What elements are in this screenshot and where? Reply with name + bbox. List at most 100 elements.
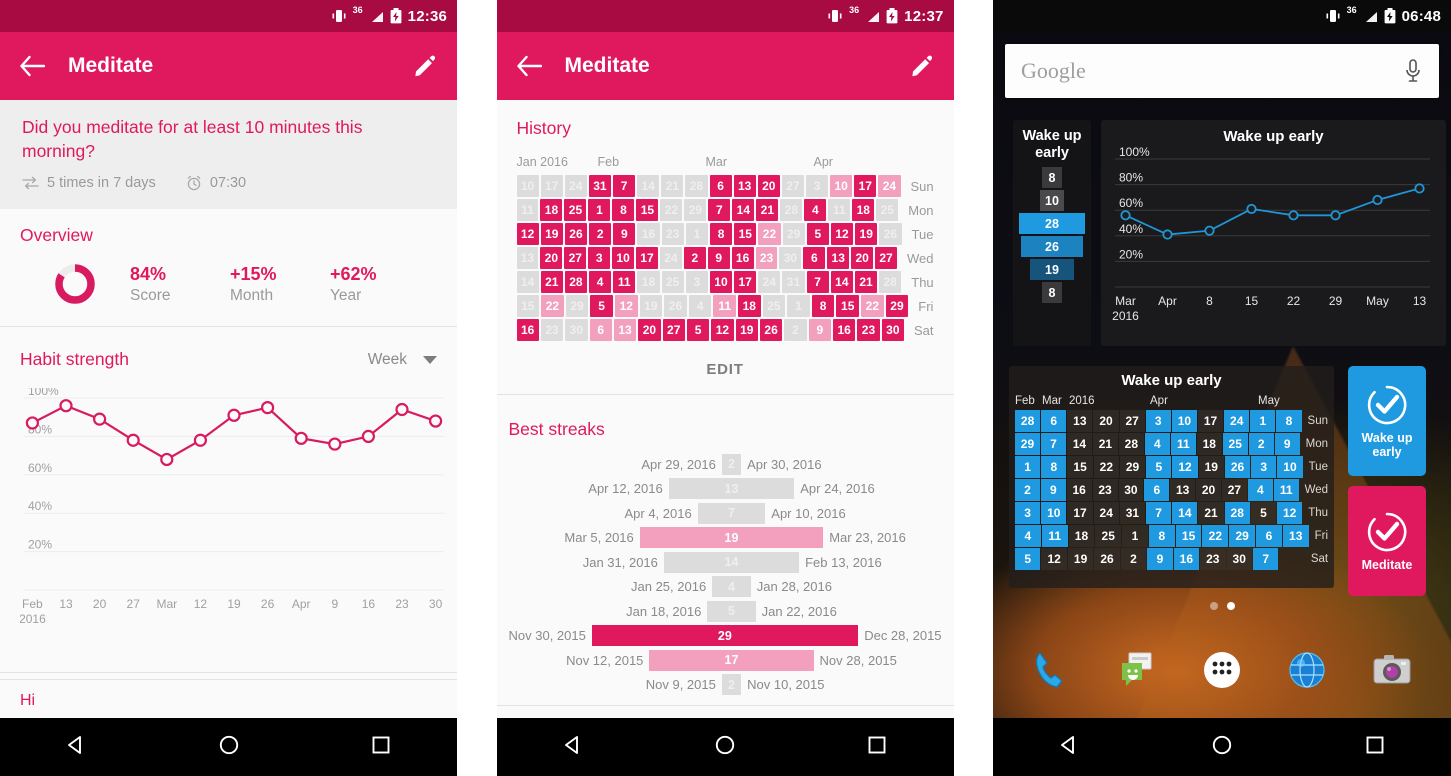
calendar-day-cell[interactable]: 16 [1066, 479, 1092, 501]
history-day-cell[interactable]: 11 [516, 199, 539, 221]
calendar-day-cell[interactable]: 8 [1148, 525, 1175, 547]
history-day-cell[interactable]: 5 [590, 295, 613, 317]
history-day-cell[interactable]: 28 [879, 271, 902, 293]
calendar-day-cell[interactable]: 5 [1250, 502, 1277, 524]
calendar-day-cell[interactable]: 14 [1066, 433, 1092, 455]
history-day-cell[interactable]: 18 [737, 295, 761, 317]
chevron-down-icon[interactable] [423, 355, 438, 364]
history-day-cell[interactable]: 30 [565, 319, 588, 341]
calendar-day-cell[interactable]: 7 [1040, 433, 1066, 455]
calendar-day-cell[interactable]: 14 [1172, 502, 1198, 524]
history-day-cell[interactable]: 8 [612, 199, 635, 221]
history-day-cell[interactable]: 7 [806, 271, 829, 293]
calendar-day-cell[interactable]: 1 [1250, 410, 1276, 432]
history-day-cell[interactable]: 31 [588, 175, 611, 197]
calendar-day-cell[interactable]: 24 [1224, 410, 1250, 432]
calendar-day-cell[interactable]: 31 [1119, 502, 1146, 524]
shortcut-wake-up-early[interactable]: Wake up early [1348, 366, 1426, 476]
google-search-bar[interactable]: Google [1005, 44, 1440, 98]
history-day-cell[interactable]: 5 [686, 319, 710, 341]
history-day-cell[interactable]: 19 [639, 295, 663, 317]
history-day-cell[interactable]: 11 [613, 271, 636, 293]
nav-recents-icon[interactable] [865, 733, 889, 762]
history-day-cell[interactable]: 17 [854, 175, 877, 197]
nav-back-icon[interactable] [1057, 733, 1081, 762]
history-day-cell[interactable]: 14 [516, 271, 539, 293]
calendar-day-cell[interactable]: 17 [1197, 410, 1224, 432]
history-day-cell[interactable]: 12 [614, 295, 638, 317]
calendar-day-cell[interactable]: 9 [1274, 433, 1300, 455]
calendar-day-cell[interactable]: 7 [1146, 502, 1172, 524]
history-day-cell[interactable]: 20 [638, 319, 661, 341]
history-day-cell[interactable]: 13 [827, 247, 850, 269]
history-day-cell[interactable]: 8 [710, 223, 733, 245]
history-day-cell[interactable]: 2 [784, 319, 807, 341]
page-dot[interactable] [1209, 602, 1218, 610]
calendar-day-cell[interactable]: 11 [1041, 525, 1068, 547]
nav-back-icon[interactable] [561, 733, 585, 762]
calendar-day-cell[interactable]: 13 [1067, 410, 1093, 432]
history-day-cell[interactable]: 21 [661, 175, 684, 197]
nav-recents-icon[interactable] [1363, 733, 1387, 762]
history-day-cell[interactable]: 29 [885, 295, 909, 317]
history-day-cell[interactable]: 21 [854, 271, 878, 293]
history-day-cell[interactable]: 3 [685, 271, 708, 293]
calendar-day-cell[interactable]: 13 [1170, 479, 1196, 501]
calendar-day-cell[interactable]: 22 [1093, 456, 1119, 478]
history-day-cell[interactable]: 3 [588, 247, 611, 269]
calendar-widget[interactable]: Wake up early Feb Mar 2016 Apr May 28 6 13 20 27… [1009, 366, 1334, 588]
calendar-day-cell[interactable]: 15 [1067, 456, 1093, 478]
history-day-cell[interactable]: 11 [713, 295, 736, 317]
history-day-cell[interactable]: 15 [636, 199, 659, 221]
history-day-cell[interactable]: 25 [876, 199, 899, 221]
calendar-day-cell[interactable]: 6 [1144, 479, 1170, 501]
app-drawer-icon[interactable] [1193, 641, 1251, 699]
calendar-day-cell[interactable]: 9 [1040, 479, 1066, 501]
calendar-day-cell[interactable]: 3 [1145, 410, 1171, 432]
shortcut-meditate[interactable]: Meditate [1348, 486, 1426, 596]
history-day-cell[interactable]: 23 [661, 223, 684, 245]
history-day-cell[interactable]: 25 [762, 295, 786, 317]
history-day-cell[interactable]: 22 [758, 223, 781, 245]
history-day-cell[interactable]: 24 [758, 271, 781, 293]
calendar-day-cell[interactable]: 21 [1092, 433, 1118, 455]
history-day-cell[interactable]: 14 [830, 271, 853, 293]
history-day-cell[interactable]: 13 [613, 319, 637, 341]
history-day-cell[interactable]: 6 [589, 319, 612, 341]
history-day-cell[interactable]: 26 [664, 295, 687, 317]
history-day-cell[interactable]: 31 [782, 271, 805, 293]
calendar-day-cell[interactable]: 2 [1248, 433, 1274, 455]
calendar-day-cell[interactable]: 16 [1173, 548, 1200, 570]
pencil-icon[interactable] [411, 52, 439, 80]
history-day-cell[interactable]: 16 [516, 319, 539, 341]
calendar-day-cell[interactable]: 8 [1276, 410, 1302, 432]
calendar-day-cell[interactable]: 18 [1068, 525, 1095, 547]
back-arrow-icon[interactable] [515, 52, 543, 80]
line-chart-widget[interactable]: Wake up early 20% 40% 60% 80% 100% Mar 2016 Apr… [1101, 120, 1446, 346]
calendar-day-cell[interactable]: 1 [1015, 456, 1041, 478]
history-day-cell[interactable]: 10 [612, 247, 635, 269]
history-day-cell[interactable]: 1 [685, 223, 708, 245]
calendar-day-cell[interactable]: 29 [1015, 433, 1040, 455]
history-day-cell[interactable]: 22 [660, 199, 683, 221]
history-day-cell[interactable]: 5 [806, 223, 829, 245]
history-day-cell[interactable]: 26 [759, 319, 783, 341]
history-day-cell[interactable]: 1 [787, 295, 810, 317]
calendar-day-cell[interactable]: 30 [1118, 479, 1144, 501]
history-day-cell[interactable]: 15 [734, 223, 757, 245]
history-day-cell[interactable]: 10 [830, 175, 853, 197]
calendar-day-cell[interactable]: 29 [1119, 456, 1146, 478]
browser-icon[interactable] [1278, 641, 1336, 699]
calendar-day-cell[interactable]: 17 [1067, 502, 1093, 524]
history-day-cell[interactable]: 21 [756, 199, 779, 221]
history-day-cell[interactable]: 3 [806, 175, 829, 197]
history-day-cell[interactable]: 25 [564, 199, 587, 221]
history-day-cell[interactable]: 27 [564, 247, 587, 269]
history-day-cell[interactable]: 29 [684, 199, 707, 221]
calendar-day-cell[interactable]: 21 [1198, 502, 1224, 524]
calendar-day-cell[interactable]: 1 [1122, 525, 1148, 547]
history-day-cell[interactable]: 19 [540, 223, 563, 245]
calendar-day-cell[interactable]: 12 [1172, 456, 1198, 478]
calendar-day-cell[interactable]: 27 [1222, 479, 1247, 501]
history-day-cell[interactable]: 20 [757, 175, 780, 197]
